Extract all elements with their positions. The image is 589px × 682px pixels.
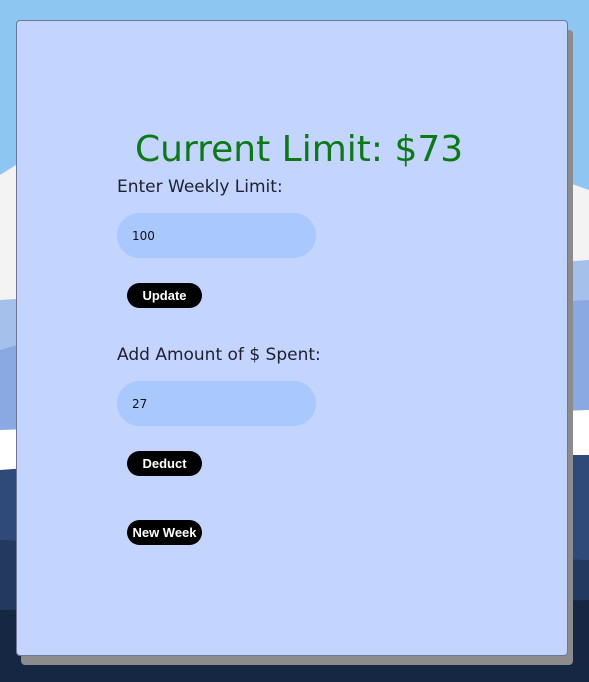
weekly-limit-input[interactable] <box>117 213 316 258</box>
weekly-limit-label: Enter Weekly Limit: <box>117 177 283 197</box>
deduct-button[interactable]: Deduct <box>127 451 202 476</box>
current-limit-heading: Current Limit: $73 <box>135 129 464 170</box>
spent-amount-input[interactable] <box>117 381 316 426</box>
new-week-button[interactable]: New Week <box>127 520 202 545</box>
update-button[interactable]: Update <box>127 283 202 308</box>
spent-amount-label: Add Amount of $ Spent: <box>117 345 321 365</box>
budget-card: Current Limit: $73 Enter Weekly Limit: U… <box>16 20 568 656</box>
